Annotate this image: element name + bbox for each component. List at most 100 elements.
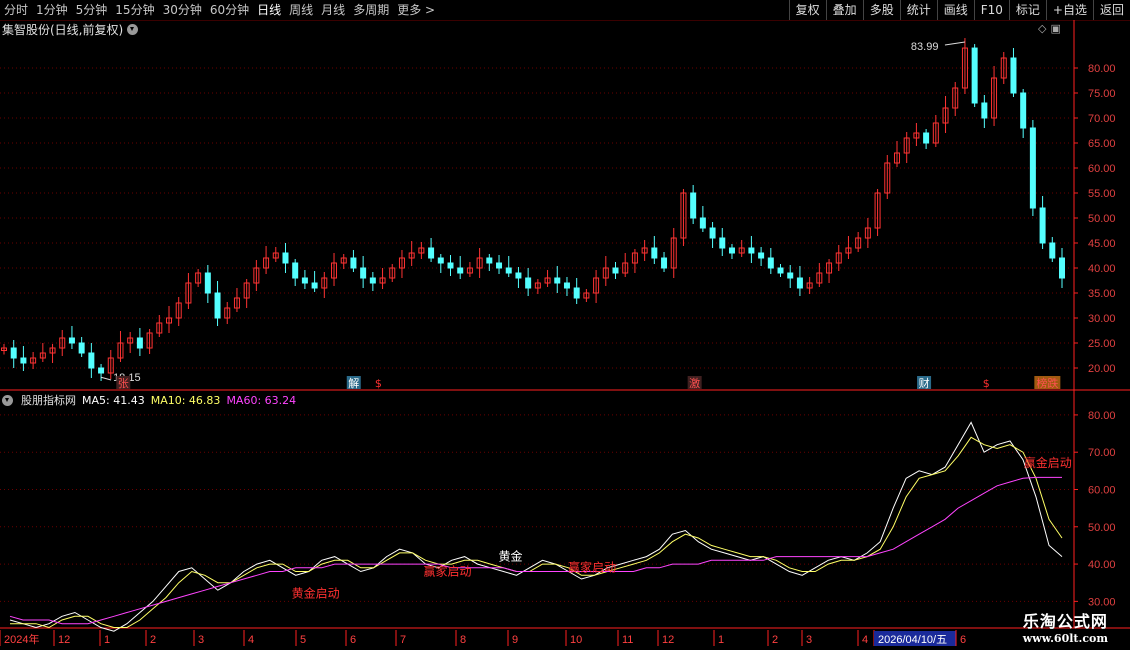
candle-body — [98, 367, 105, 374]
signal-label: 赢金启动 — [1024, 455, 1072, 470]
y-tick-label: 20.00 — [1088, 363, 1116, 375]
candle-body — [758, 252, 765, 259]
time-label: 6 — [960, 634, 966, 646]
y-tick-label: 40.00 — [1088, 559, 1116, 571]
candle-body — [1029, 127, 1036, 209]
time-label: 12 — [662, 634, 674, 646]
candle-body — [699, 217, 706, 229]
candle-body — [1059, 257, 1065, 279]
time-label: 9 — [512, 634, 518, 646]
candle-body — [709, 227, 716, 239]
y-tick-label: 45.00 — [1088, 238, 1116, 250]
time-label: 1 — [718, 634, 724, 646]
candle-body — [981, 102, 988, 119]
candle-body — [515, 272, 522, 279]
time-label: 2026/04/10/五 — [878, 634, 947, 646]
candle-body — [350, 257, 357, 269]
candle-body — [447, 262, 454, 269]
candle-body — [486, 257, 493, 264]
time-label: 10 — [570, 634, 582, 646]
candle-body — [1010, 57, 1017, 94]
candle-body — [301, 277, 308, 284]
time-label: 5 — [300, 634, 306, 646]
time-label: 3 — [198, 634, 204, 646]
candle-body — [214, 292, 221, 319]
y-tick-label: 25.00 — [1088, 338, 1116, 350]
candle-body — [777, 267, 784, 274]
chart-canvas[interactable]: 20.00 25.00 30.00 35.00 40.00 45.00 50.00 55.00… — [0, 0, 1130, 650]
candle-body — [428, 247, 435, 259]
time-label: 11 — [622, 634, 633, 646]
y-tick-label: 30.00 — [1088, 596, 1116, 608]
time-label: 6 — [350, 634, 356, 646]
candle-body — [10, 347, 17, 359]
watermark-url: www.60lt.com — [1022, 632, 1108, 645]
candle-body — [525, 277, 532, 289]
event-marker: $ — [983, 377, 990, 390]
signal-label: 赢家启动 — [423, 563, 471, 578]
candle-body — [88, 352, 95, 369]
candle-body — [651, 247, 658, 259]
event-marker: 财 — [919, 376, 930, 390]
high-label: 83.99 — [911, 41, 939, 53]
time-label: 4 — [862, 634, 868, 646]
candle-body — [369, 277, 376, 284]
candle-body — [767, 257, 774, 269]
y-tick-label: 65.00 — [1088, 138, 1116, 150]
candle-body — [204, 272, 211, 294]
candle-body — [1049, 242, 1056, 259]
watermark: 乐淘公式网 www.60lt.com — [1023, 608, 1108, 645]
candle-body — [1020, 92, 1027, 129]
y-tick-label: 80.00 — [1088, 63, 1116, 75]
candle-body — [923, 132, 930, 144]
y-tick-label: 60.00 — [1088, 484, 1116, 496]
y-tick-label: 50.00 — [1088, 213, 1116, 225]
time-label: 3 — [806, 634, 812, 646]
event-marker: $ — [375, 377, 382, 390]
candle-body — [971, 47, 978, 104]
candle-body — [787, 272, 794, 279]
candle-body — [360, 267, 367, 279]
y-tick-label: 80.00 — [1088, 410, 1116, 422]
candle-body — [20, 357, 27, 364]
candle-body — [563, 282, 570, 289]
candle-body — [748, 247, 755, 254]
time-label: 2024年 — [4, 632, 39, 646]
candle-body — [573, 287, 580, 299]
y-tick-label: 60.00 — [1088, 163, 1116, 175]
candle-body — [496, 262, 503, 269]
signal-label: 黄金 — [498, 548, 522, 563]
y-tick-label: 70.00 — [1088, 113, 1116, 125]
candle-body — [78, 342, 85, 354]
candle-body — [1039, 207, 1046, 244]
time-label: 12 — [58, 634, 70, 646]
high-arrow — [944, 41, 966, 46]
candle-body — [437, 257, 444, 264]
candle-body — [457, 267, 464, 274]
time-label: 7 — [400, 634, 406, 646]
event-marker: 张 — [118, 377, 129, 390]
low-arrow — [100, 376, 112, 381]
candle-body — [282, 252, 289, 264]
candle-body — [505, 267, 512, 274]
candle-body — [136, 337, 143, 349]
candle-body — [796, 277, 803, 289]
candle-body — [728, 247, 735, 254]
time-label: 4 — [248, 634, 254, 646]
y-tick-label: 75.00 — [1088, 88, 1116, 100]
candle-body — [690, 192, 697, 219]
time-label: 2 — [772, 634, 778, 646]
candle-body — [68, 337, 75, 344]
candle-body — [612, 267, 619, 274]
y-tick-label: 30.00 — [1088, 313, 1116, 325]
time-label: 8 — [460, 634, 466, 646]
series-line-ma10 — [10, 436, 1063, 629]
y-tick-label: 35.00 — [1088, 288, 1116, 300]
event-marker: 激 — [689, 376, 700, 390]
y-tick-label: 40.00 — [1088, 263, 1116, 275]
signal-label: 赢家启动 — [568, 560, 616, 575]
event-marker: 榜跌 — [1036, 376, 1058, 390]
watermark-title: 乐淘公式网 — [1022, 612, 1108, 631]
y-tick-label: 70.00 — [1088, 447, 1116, 459]
candle-body — [554, 277, 561, 284]
